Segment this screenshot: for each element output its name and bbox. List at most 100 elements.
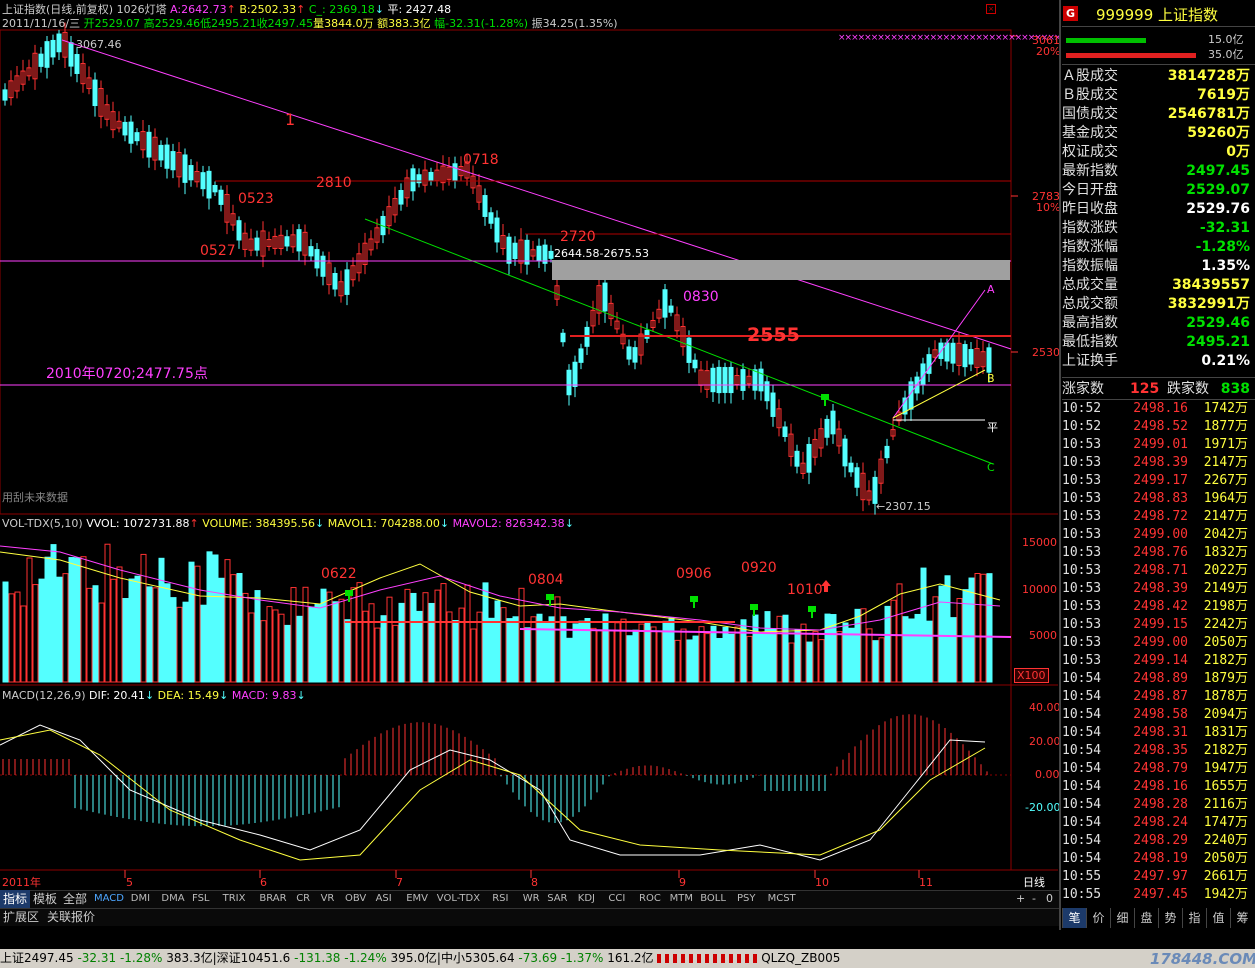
tab-related-quotes[interactable]: 关联报价 — [44, 908, 98, 926]
volume-bar — [410, 592, 417, 683]
macd-value: MACD: 9.83 — [231, 689, 297, 702]
tick-volume: 2182万 — [1203, 653, 1248, 668]
macd-title-row: MACD(12,26,9) DIF: 20.41↓ DEA: 15.49↓ MA… — [2, 689, 306, 702]
indicator-boll[interactable]: BOLL — [700, 891, 726, 907]
volume-bar — [836, 631, 843, 683]
indicator-fsl[interactable]: FSL — [192, 891, 210, 907]
indicator-kdj[interactable]: KDJ — [578, 891, 595, 907]
indicator-psy[interactable]: PSY — [737, 891, 756, 907]
macd-axis-40: 40.00 — [1029, 701, 1061, 714]
volume-bar — [452, 619, 459, 683]
panel-button[interactable]: 价 — [1086, 908, 1110, 928]
chart-close-icon[interactable]: × — [986, 4, 996, 14]
volume-bar — [86, 587, 93, 683]
indicator-mcst[interactable]: MCST — [768, 891, 796, 907]
candle-body — [344, 269, 350, 295]
indicator-wr[interactable]: WR — [523, 891, 540, 907]
tick-row: 10:53 2498.42 2198万 — [1062, 598, 1252, 616]
indicator-sar[interactable]: SAR — [547, 891, 567, 907]
divider — [1062, 377, 1255, 378]
tick-volume: 2147万 — [1203, 509, 1248, 524]
volume-value: VOLUME: 384395.56 — [202, 517, 315, 530]
candle-body — [770, 392, 776, 417]
indicator-macd[interactable]: MACD — [94, 891, 124, 907]
tick-price: 2499.00 — [1133, 635, 1188, 650]
sh-index[interactable]: 上证2497.45 — [0, 951, 74, 965]
volume-bar — [200, 604, 207, 683]
panel-button[interactable]: 值 — [1206, 908, 1230, 928]
volume-bar — [842, 622, 849, 683]
zoom-out-button[interactable]: - — [1032, 892, 1036, 905]
tick-price: 2499.15 — [1133, 617, 1188, 632]
indicator-asi[interactable]: ASI — [376, 891, 392, 907]
indicator-cr[interactable]: CR — [296, 891, 310, 907]
indicator-vol-tdx[interactable]: VOL-TDX — [437, 891, 480, 907]
stat-value: 0万 — [1226, 144, 1250, 160]
candle-body — [854, 467, 860, 488]
tab-expansion-area[interactable]: 扩展区 — [0, 908, 42, 926]
volume-bar — [722, 626, 729, 683]
volume-bar — [440, 583, 447, 683]
macd-axis-m20: -20.00 — [1025, 801, 1061, 814]
bar-count: 1026灯塔 — [116, 3, 167, 16]
tick-row: 10:54 2498.89 1879万 — [1062, 670, 1252, 688]
tick-price: 2498.31 — [1133, 725, 1188, 740]
panel-button[interactable]: 盘 — [1134, 908, 1158, 928]
panel-button[interactable]: 筹 — [1230, 908, 1254, 928]
indicator-dma[interactable]: DMA — [161, 891, 184, 907]
volume-bar — [788, 642, 795, 683]
volume-bar — [404, 588, 411, 683]
volume-bar — [902, 616, 909, 683]
volume-bar — [428, 602, 435, 683]
volume-bar — [980, 573, 987, 683]
volume-bar — [146, 586, 153, 683]
tab-all[interactable]: 全部 — [60, 890, 90, 908]
candle-body — [848, 462, 854, 473]
up-arrow-icon: ↑ — [226, 3, 236, 16]
tick-time: 10:54 — [1062, 707, 1102, 722]
stat-label: 国债成交 — [1062, 106, 1118, 122]
candle-body — [824, 418, 830, 438]
volume-bar — [794, 629, 801, 683]
volume-bar — [422, 592, 429, 683]
stat-label: 指数涨幅 — [1062, 239, 1118, 255]
panel-button[interactable]: 细 — [1110, 908, 1134, 928]
vol-unit-badge[interactable]: X100 — [1014, 668, 1049, 683]
indicator-brar[interactable]: BRAR — [259, 891, 286, 907]
indicator-rsi[interactable]: RSI — [492, 891, 508, 907]
ohlc-line: 2011/11/16/三 开2529.07 高2529.46低2495.21收2… — [2, 17, 618, 30]
zoom-in-button[interactable]: + — [1016, 892, 1025, 905]
indicator-emv[interactable]: EMV — [406, 891, 428, 907]
indicator-mtm[interactable]: MTM — [670, 891, 693, 907]
point-a: A — [987, 283, 995, 296]
candle-body — [236, 220, 242, 241]
indicator-dmi[interactable]: DMI — [131, 891, 150, 907]
tab-templates[interactable]: 模板 — [30, 890, 60, 908]
volume-bar — [890, 599, 897, 683]
stat-row: 最低指数 2495.21 — [1062, 333, 1252, 352]
volume-bar — [356, 582, 363, 683]
volume-bar — [758, 631, 765, 683]
indicator-trix[interactable]: TRIX — [223, 891, 246, 907]
volume-bar — [116, 566, 123, 683]
period-button[interactable]: 日线 — [1023, 876, 1045, 889]
scroll-position[interactable]: 0 — [1046, 892, 1053, 905]
tab-indicators[interactable]: 指标 — [0, 890, 31, 908]
tick-row: 10:55 2497.45 1942万 — [1062, 886, 1252, 904]
a-label: A: — [170, 3, 182, 16]
sme-change: -73.69 — [518, 951, 558, 965]
candle-body — [74, 54, 80, 74]
candle-body — [158, 144, 164, 161]
time-7: 7 — [396, 876, 403, 889]
panel-button[interactable]: 指 — [1182, 908, 1206, 928]
vol-label-0622: 0622 — [321, 566, 357, 582]
indicator-obv[interactable]: OBV — [345, 891, 366, 907]
sz-index[interactable]: 深证10451.6 — [217, 951, 291, 965]
candle-body — [56, 33, 62, 53]
panel-button[interactable]: 笔 — [1062, 908, 1086, 928]
indicator-cci[interactable]: CCI — [608, 891, 625, 907]
indicator-vr[interactable]: VR — [321, 891, 335, 907]
sme-index[interactable]: 中小5305.64 — [441, 951, 515, 965]
panel-button[interactable]: 势 — [1158, 908, 1182, 928]
indicator-roc[interactable]: ROC — [639, 891, 661, 907]
